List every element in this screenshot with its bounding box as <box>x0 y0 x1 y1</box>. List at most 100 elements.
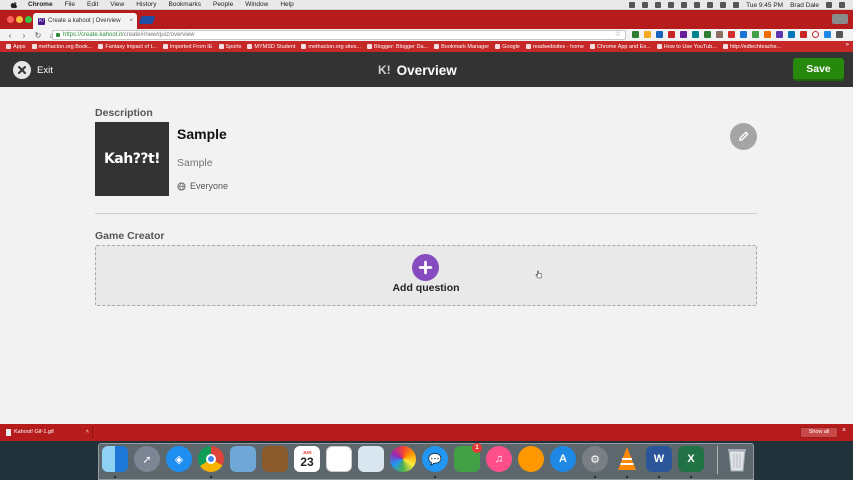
extension-icon[interactable] <box>728 31 735 38</box>
vlc-icon[interactable] <box>614 446 640 472</box>
window-close-button[interactable] <box>7 16 14 23</box>
extension-icon[interactable] <box>680 31 687 38</box>
status-app-icon[interactable] <box>642 2 649 8</box>
address-bar[interactable]: https://create.kahoot.it/create#/new/qui… <box>52 30 626 40</box>
window-minimize-button[interactable] <box>16 16 23 23</box>
bookmark-item[interactable]: Chrome App and Ex... <box>589 44 651 50</box>
notes-icon[interactable] <box>326 446 352 472</box>
bookmark-star-icon[interactable]: ☆ <box>615 31 621 39</box>
bookmark-item[interactable]: Blogger: Blogger Da... <box>366 44 428 50</box>
browser-tab-active[interactable]: K! Create a kahoot | Overview × <box>33 13 137 29</box>
preview-icon[interactable] <box>230 446 256 472</box>
chrome-icon[interactable] <box>198 446 224 472</box>
messages-icon[interactable]: 💬 <box>422 446 448 472</box>
extension-icon[interactable] <box>788 31 795 38</box>
extension-icon[interactable] <box>812 31 819 38</box>
extension-icon[interactable] <box>776 31 783 38</box>
status-app-icon[interactable] <box>668 2 675 8</box>
extension-icon[interactable] <box>668 31 675 38</box>
chrome-menu-icon[interactable] <box>836 31 843 38</box>
download-item[interactable]: Kahoot! Gif-1.gif ˄ <box>3 426 93 438</box>
extension-icon[interactable] <box>800 31 807 38</box>
extension-icon[interactable] <box>692 31 699 38</box>
bookmark-item[interactable]: readwebsites - home <box>525 44 584 50</box>
exit-label: Exit <box>37 64 53 76</box>
add-question-button[interactable] <box>412 254 439 281</box>
bookmark-item[interactable]: methacton.org Book... <box>31 44 92 50</box>
bookmark-item[interactable]: methacton.org sites... <box>301 44 361 50</box>
excel-icon[interactable]: X <box>678 446 704 472</box>
bookmarks-overflow-button[interactable]: » <box>846 42 849 48</box>
volume-icon[interactable] <box>720 2 727 8</box>
extension-icon[interactable] <box>764 31 771 38</box>
bookmark-item[interactable]: Imported From IE <box>162 44 213 50</box>
skype-icon[interactable] <box>655 2 662 8</box>
battery-icon[interactable] <box>733 2 740 8</box>
status-app-icon[interactable] <box>681 2 688 8</box>
running-indicator <box>114 476 116 478</box>
menu-app-chrome[interactable]: Chrome <box>28 1 53 8</box>
menu-history[interactable]: History <box>136 1 156 8</box>
itunes-icon[interactable]: ♫ <box>486 446 512 472</box>
add-question-label[interactable]: Add question <box>376 282 476 294</box>
menu-bookmarks[interactable]: Bookmarks <box>168 1 201 8</box>
edit-description-button[interactable] <box>730 123 757 150</box>
contacts-icon[interactable] <box>262 446 288 472</box>
back-arrow-icon[interactable]: ‹ <box>6 31 14 40</box>
app-store-icon[interactable]: A <box>550 446 576 472</box>
bookmark-item[interactable]: MYMSD Student <box>247 44 295 50</box>
photos-icon[interactable] <box>390 446 416 472</box>
wifi-icon[interactable] <box>707 2 714 8</box>
bookmark-item[interactable]: http://edtechteache... <box>722 44 781 50</box>
trash-icon[interactable] <box>724 446 750 472</box>
extension-icon[interactable] <box>740 31 747 38</box>
forward-arrow-icon[interactable]: › <box>20 31 28 40</box>
status-app-icon[interactable] <box>629 2 636 8</box>
bookmark-item[interactable]: Fantasy Impact of t... <box>98 44 157 50</box>
save-button[interactable]: Save <box>793 58 844 81</box>
bookmark-item[interactable]: How to Use YouTub... <box>656 44 717 50</box>
finder-icon[interactable] <box>102 446 128 472</box>
extension-icon[interactable] <box>752 31 759 38</box>
chevron-up-icon[interactable]: ˄ <box>86 429 89 435</box>
profile-button[interactable] <box>832 14 848 24</box>
bookmark-item[interactable]: Bookmark Manager <box>434 44 489 50</box>
window-zoom-button[interactable] <box>25 16 32 23</box>
cover-image[interactable]: Kah??t! <box>95 122 169 196</box>
quiz-description: Sample <box>177 157 213 169</box>
bluetooth-icon[interactable] <box>694 2 701 8</box>
bookmark-item[interactable]: Sports <box>218 44 241 50</box>
ibooks-icon[interactable] <box>518 446 544 472</box>
apple-icon[interactable] <box>10 1 18 9</box>
tab-close-icon[interactable]: × <box>129 18 133 24</box>
show-all-downloads-button[interactable]: Show all <box>800 427 838 438</box>
calendar-icon[interactable]: JUN 23 <box>294 446 320 472</box>
image-capture-icon[interactable] <box>358 446 384 472</box>
menu-window[interactable]: Window <box>245 1 268 8</box>
extension-icon[interactable] <box>716 31 723 38</box>
close-download-shelf-icon[interactable]: × <box>842 427 846 434</box>
facetime-icon[interactable]: 1 <box>454 443 482 472</box>
menu-view[interactable]: View <box>110 1 124 8</box>
safari-icon[interactable]: ◈ <box>166 446 192 472</box>
reload-icon[interactable]: ↻ <box>34 31 42 40</box>
extension-icon[interactable] <box>644 31 651 38</box>
extension-icon[interactable] <box>632 31 639 38</box>
menu-help[interactable]: Help <box>280 1 293 8</box>
system-preferences-icon[interactable]: ⚙ <box>582 446 608 472</box>
menu-people[interactable]: People <box>213 1 233 8</box>
bookmark-item[interactable]: Apps <box>6 44 26 50</box>
spotlight-icon[interactable] <box>826 2 832 8</box>
launchpad-icon[interactable]: ➚ <box>134 446 160 472</box>
menubar-user[interactable]: Brad Dale <box>790 2 819 9</box>
menu-file[interactable]: File <box>65 1 75 8</box>
word-icon[interactable]: W <box>646 446 672 472</box>
exit-button[interactable]: Exit <box>13 61 53 79</box>
extension-icon[interactable] <box>824 31 831 38</box>
extension-icon[interactable] <box>656 31 663 38</box>
menu-edit[interactable]: Edit <box>87 1 98 8</box>
extension-icon[interactable] <box>704 31 711 38</box>
notification-center-icon[interactable] <box>839 2 845 8</box>
bookmark-item[interactable]: Google <box>495 44 520 50</box>
menubar-clock[interactable]: Tue 9:45 PM <box>746 2 783 9</box>
